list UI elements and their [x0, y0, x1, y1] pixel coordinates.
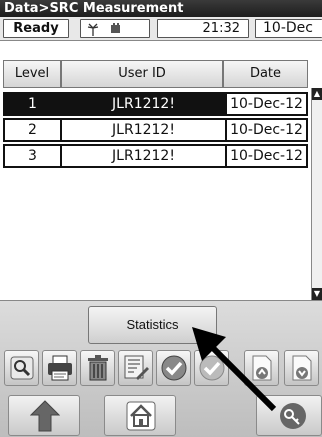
home-icon — [126, 401, 156, 431]
printer-icon — [48, 355, 72, 381]
scroll-down-arrow-icon[interactable]: ▼ — [312, 288, 322, 300]
page-down-icon — [292, 355, 312, 381]
page-up-button[interactable] — [244, 350, 279, 386]
delete-button[interactable] — [80, 350, 115, 386]
table-row[interactable]: 2 JLR1212! 10-Dec-12 — [3, 118, 308, 142]
table-row[interactable]: 1 JLR1212! 10-Dec-12 — [3, 92, 308, 116]
antenna-icon — [87, 23, 99, 36]
settings-key-button[interactable] — [256, 395, 322, 436]
magnifier-icon — [10, 356, 34, 380]
vertical-scrollbar[interactable]: ▲ ▼ — [311, 88, 322, 300]
cell-level: 1 — [3, 92, 62, 116]
column-header-level[interactable]: Level — [3, 60, 61, 88]
scroll-up-arrow-icon[interactable]: ▲ — [312, 88, 322, 100]
cell-user-id: JLR1212! — [60, 144, 227, 168]
cell-date: 10-Dec-12 — [225, 118, 308, 142]
accept-button[interactable] — [156, 350, 191, 386]
edit-document-icon — [124, 355, 149, 380]
status-time: 21:32 — [157, 19, 249, 38]
accept-all-button[interactable] — [194, 350, 229, 386]
cell-level: 3 — [3, 144, 62, 168]
key-icon — [280, 403, 306, 429]
checkmark-icon — [161, 355, 187, 381]
column-header-date[interactable]: Date — [223, 60, 308, 88]
table-row[interactable]: 3 JLR1212! 10-Dec-12 — [3, 144, 308, 168]
cell-user-id: JLR1212! — [60, 118, 227, 142]
cell-level: 2 — [3, 118, 62, 142]
trash-icon — [88, 355, 108, 381]
cell-user-id: JLR1212! — [60, 92, 227, 116]
up-arrow-icon — [30, 400, 60, 432]
status-bar: Ready 21:32 10-Dec — [0, 17, 322, 41]
status-date: 10-Dec — [255, 19, 322, 38]
page-up-icon — [252, 355, 272, 381]
home-button[interactable] — [104, 395, 176, 436]
window-title: Data>SRC Measurement — [0, 0, 322, 17]
back-button[interactable] — [8, 395, 80, 436]
status-icons — [80, 19, 150, 38]
print-button[interactable] — [42, 350, 77, 386]
statistics-button[interactable]: Statistics — [88, 306, 217, 344]
battery-plug-icon — [111, 23, 120, 33]
status-ready: Ready — [3, 19, 69, 38]
cell-date: 10-Dec-12 — [225, 144, 308, 168]
column-header-user-id[interactable]: User ID — [61, 60, 223, 88]
device-screen: Data>SRC Measurement Ready 21:32 10-Dec … — [0, 0, 322, 437]
search-button[interactable] — [4, 350, 39, 386]
page-down-button[interactable] — [284, 350, 319, 386]
edit-button[interactable] — [118, 350, 153, 386]
cell-date: 10-Dec-12 — [225, 92, 308, 116]
checkmark-disabled-icon — [199, 355, 225, 381]
